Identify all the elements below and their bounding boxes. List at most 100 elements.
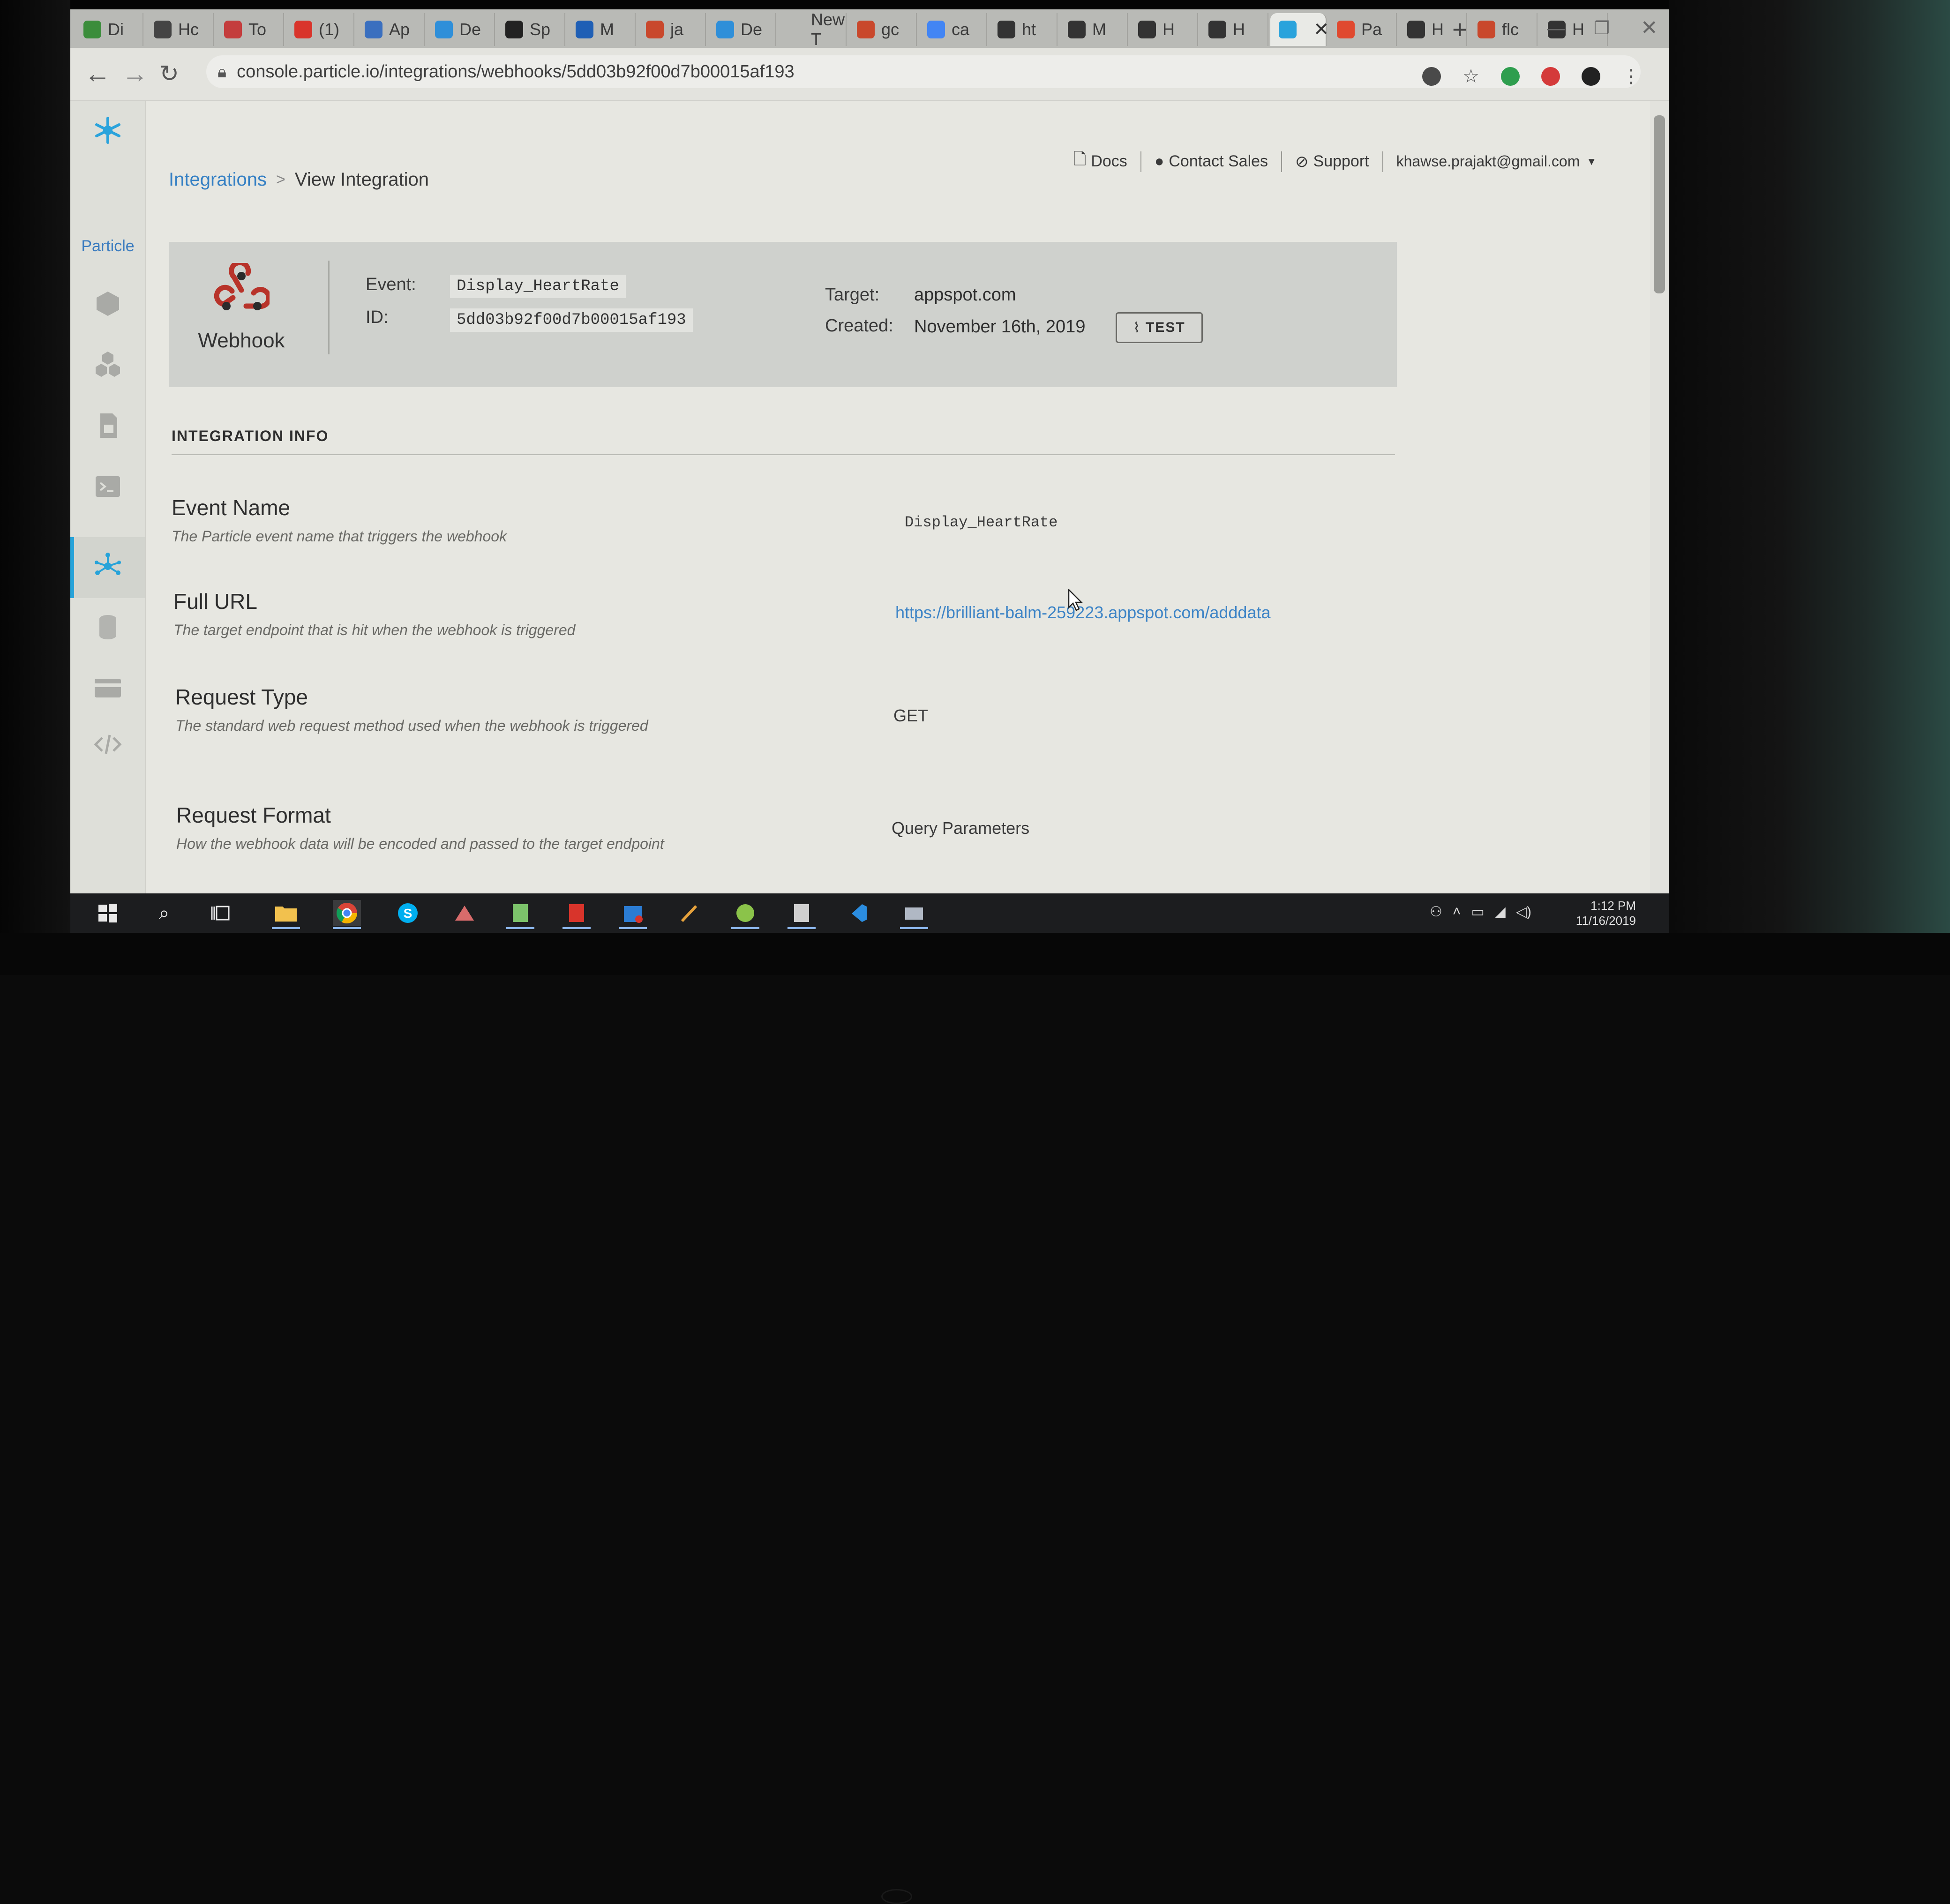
file-explorer-icon[interactable]: [272, 900, 300, 929]
tab-title: H: [1432, 20, 1444, 39]
browser-tab[interactable]: ca: [919, 13, 987, 46]
maximize-button[interactable]: ❐: [1594, 18, 1610, 39]
sidebar: Particle: [70, 101, 146, 893]
screen: Di Hc To (1) Ap De Sp Mja De New T gc ca ht M H H ✕ Pa Hfl…: [70, 9, 1669, 933]
user-email-menu[interactable]: khawse.prajakt@gmail.com: [1396, 153, 1580, 170]
clock-time: 1:12 PM: [1590, 899, 1636, 913]
window-close-button[interactable]: ✕: [1641, 16, 1658, 40]
notepad-icon[interactable]: [506, 900, 534, 929]
battery-icon[interactable]: ▭: [1471, 904, 1484, 920]
scrollbar-thumb[interactable]: [1654, 115, 1665, 293]
tab-title: H: [1162, 20, 1175, 39]
extension-icon[interactable]: [1501, 67, 1520, 86]
browser-tab[interactable]: New T: [778, 10, 847, 49]
browser-tab[interactable]: H: [1200, 13, 1268, 46]
integrations-icon[interactable]: [70, 551, 145, 581]
minimize-button[interactable]: —: [1547, 19, 1565, 39]
wifi-icon[interactable]: ◢: [1495, 904, 1506, 920]
tab-favicon-icon: [1068, 21, 1086, 38]
app-icon[interactable]: [900, 900, 928, 929]
docs-link[interactable]: Docs: [1091, 152, 1127, 171]
chevron-up-icon[interactable]: ˄: [1453, 904, 1461, 920]
android-studio-icon[interactable]: [731, 900, 759, 929]
section-heading: INTEGRATION INFO: [172, 427, 329, 444]
volume-icon[interactable]: ◁): [1516, 904, 1531, 920]
vscode-icon[interactable]: [844, 900, 872, 926]
new-tab-button[interactable]: +: [1452, 14, 1468, 45]
browser-tab[interactable]: H: [1130, 13, 1198, 46]
sidebar-item-devices[interactable]: [70, 289, 145, 319]
browser-tab[interactable]: Ap: [356, 13, 425, 46]
tab-favicon-icon: [716, 21, 734, 38]
browser-tab[interactable]: Di: [75, 13, 143, 46]
browser-tab[interactable]: Hc: [145, 13, 214, 46]
tab-favicon-icon: [787, 21, 804, 38]
tab-favicon-icon: [927, 21, 945, 38]
browser-tab[interactable]: (1): [286, 13, 354, 46]
tab-title: Di: [108, 20, 124, 39]
menu-dots-icon[interactable]: ⋮: [1622, 66, 1641, 87]
chrome-icon[interactable]: [333, 900, 361, 929]
browser-tab[interactable]: De: [708, 13, 776, 46]
monitor-bezel-bottom: [0, 933, 1950, 1904]
breadcrumb-current: View Integration: [294, 169, 429, 190]
sidebar-item-sim[interactable]: [70, 411, 145, 441]
breadcrumb-integrations-link[interactable]: Integrations: [169, 169, 267, 190]
sidebar-item-products[interactable]: [70, 350, 145, 380]
extension-icon[interactable]: [1422, 67, 1441, 86]
windows-start-icon[interactable]: [94, 900, 122, 926]
support-link[interactable]: Support: [1313, 152, 1369, 171]
browser-tab[interactable]: To: [216, 13, 284, 46]
skype-icon[interactable]: S: [394, 900, 422, 926]
forward-icon[interactable]: →: [122, 58, 148, 89]
test-button[interactable]: ⌇ TEST: [1116, 312, 1203, 343]
profile-avatar[interactable]: [1582, 67, 1600, 86]
sidebar-item-database[interactable]: [70, 612, 145, 642]
tab-close-icon[interactable]: ✕: [1313, 19, 1329, 40]
section-divider: [172, 454, 1395, 455]
sidebar-item-console[interactable]: [70, 472, 145, 502]
particle-logo-icon[interactable]: [70, 115, 145, 145]
browser-tab[interactable]: ht: [989, 13, 1058, 46]
sidebar-brand-label: Particle: [81, 237, 135, 255]
id-value: 5dd03b92f00d7b00015af193: [450, 308, 693, 332]
page-scrollbar[interactable]: [1650, 101, 1669, 893]
tab-favicon-icon: [224, 21, 242, 38]
browser-tab[interactable]: flc: [1469, 13, 1538, 46]
clock[interactable]: 1:12 PM 11/16/2019: [1566, 898, 1636, 928]
app-icon[interactable]: [450, 900, 478, 926]
chevron-down-icon[interactable]: ▼: [1586, 156, 1597, 168]
event-value: Display_HeartRate: [450, 275, 626, 298]
browser-tab-active[interactable]: ✕: [1270, 13, 1329, 46]
task-view-icon[interactable]: [206, 900, 234, 926]
acrobat-icon[interactable]: [562, 900, 591, 929]
people-icon[interactable]: ⚇: [1430, 904, 1442, 920]
search-icon[interactable]: ⌕: [150, 900, 178, 926]
contact-sales-link[interactable]: Contact Sales: [1169, 152, 1268, 171]
tab-favicon-icon: [83, 21, 101, 38]
full-url-link[interactable]: https://brilliant-balm-259223.appspot.co…: [895, 603, 1271, 622]
browser-tab[interactable]: gc: [848, 13, 917, 46]
reload-icon[interactable]: ↻: [159, 60, 179, 87]
browser-tab[interactable]: ja: [638, 13, 706, 46]
store-icon[interactable]: [619, 900, 647, 929]
browser-tab[interactable]: M: [567, 13, 636, 46]
extension-icons: ☆ ⋮: [1422, 66, 1641, 87]
calculator-icon[interactable]: [788, 900, 816, 929]
tab-favicon-icon: [294, 21, 312, 38]
browser-tab[interactable]: De: [427, 13, 495, 46]
extension-icon[interactable]: [1541, 67, 1560, 86]
tab-favicon-icon: [1138, 21, 1156, 38]
bookmark-star-icon[interactable]: ☆: [1462, 66, 1479, 87]
tab-title: M: [600, 20, 614, 39]
sidebar-item-billing[interactable]: [70, 673, 145, 703]
paint-icon[interactable]: [675, 900, 703, 926]
chat-bubble-icon: ●: [1154, 152, 1164, 170]
browser-tab[interactable]: M: [1059, 13, 1128, 46]
back-icon[interactable]: ←: [84, 58, 111, 89]
browser-tab[interactable]: Sp: [497, 13, 565, 46]
tab-favicon-icon: [576, 21, 593, 38]
sidebar-item-ide-code[interactable]: [70, 729, 145, 759]
support-icon: ⊘: [1295, 152, 1309, 171]
browser-tab[interactable]: Pa: [1328, 13, 1397, 46]
